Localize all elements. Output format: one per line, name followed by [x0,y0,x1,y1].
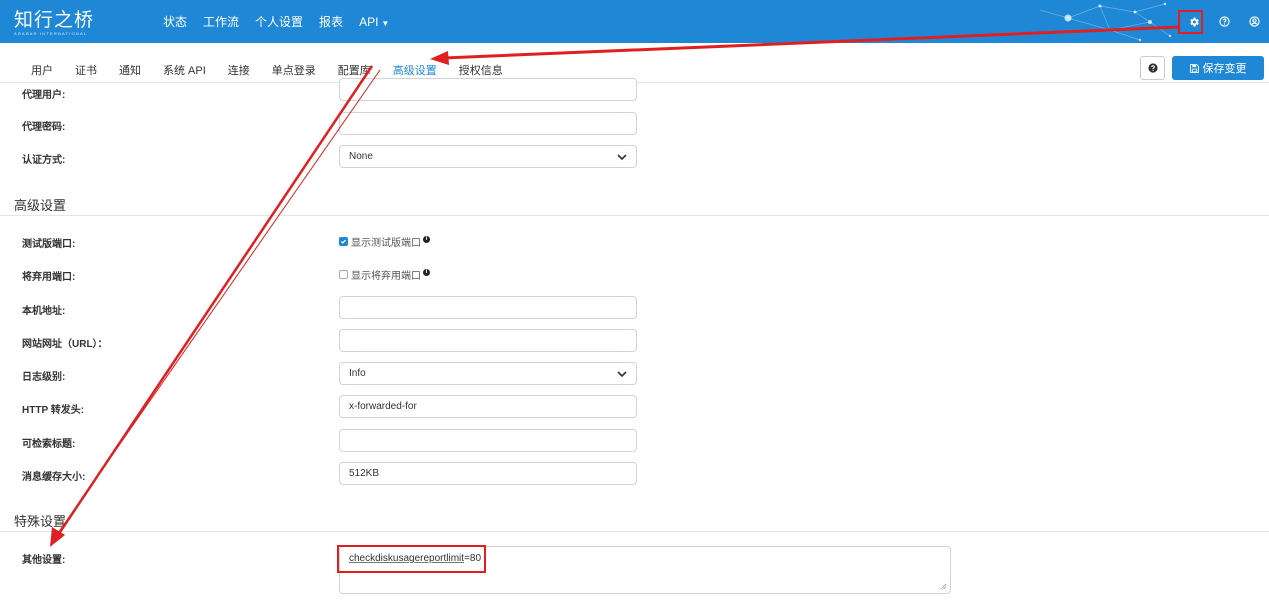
info-icon[interactable]: i [423,235,430,243]
http-forward-input[interactable]: x-forwarded-for [339,395,637,418]
annotation-highlight-gear [1178,10,1203,34]
log-level-label: 日志级别: [22,372,66,383]
section-divider [0,531,1269,532]
deprecated-ports-checkbox[interactable] [339,270,348,279]
caret-down-icon: ▼ [381,18,390,28]
searchable-headers-input[interactable] [339,429,637,452]
deprecated-ports-label: 将弃用端口: [22,272,76,283]
local-address-label: 本机地址: [22,306,66,317]
question-circle-icon [1218,16,1230,27]
proxy-user-input[interactable] [339,78,637,101]
deprecated-ports-option-label: 显示将弃用端口 [351,271,421,282]
beta-ports-checkbox[interactable] [339,237,348,246]
logo-subtext: ARABAR INTERNATIONAL [14,31,88,36]
beta-ports-option-label: 显示测试版端口 [351,238,421,249]
other-settings-label: 其他设置: [22,555,66,566]
nav-profile[interactable]: 个人设置 [255,13,303,30]
advanced-section-title: 高级设置 [14,198,67,213]
tab-certificates[interactable]: 证书 [64,53,108,83]
main-nav: 状态 工作流 个人设置 报表 API ▼ [163,0,405,43]
nav-workflow[interactable]: 工作流 [203,13,239,30]
tab-users[interactable]: 用户 [20,53,64,83]
save-button-label: 保存变更 [1202,63,1247,75]
proxy-password-input[interactable] [339,112,637,135]
tab-connection[interactable]: 连接 [217,53,261,83]
resize-handle-icon[interactable] [940,583,947,590]
page-help-button[interactable] [1140,56,1165,80]
log-level-value: Info [349,368,366,379]
info-icon[interactable]: i [423,268,430,276]
user-circle-icon [1248,16,1260,27]
tab-sso[interactable]: 单点登录 [261,53,327,83]
searchable-headers-label: 可检索标题: [22,439,76,450]
section-divider [0,215,1269,216]
auth-method-value: None [349,151,373,162]
question-circle-icon [1147,63,1158,73]
nav-status[interactable]: 状态 [163,13,187,30]
app-logo[interactable]: 知行之桥 ARABAR INTERNATIONAL [14,4,94,38]
log-level-select[interactable]: Info [339,362,637,385]
user-menu-button[interactable] [1239,0,1269,43]
chevron-down-icon [617,370,627,377]
deprecated-ports-checkbox-row[interactable]: 显示将弃用端口 i [339,267,430,282]
local-address-input[interactable] [339,296,637,319]
checkmark-icon [340,239,347,244]
settings-form: 代理用户: 代理密码: 认证方式: None 高级设置 测试版端口: 显示测试版… [0,78,1269,602]
nav-api-label: API [359,14,379,29]
chevron-down-icon [617,153,627,160]
top-navbar: 知行之桥 ARABAR INTERNATIONAL 状态 工作流 个人设置 报表… [0,0,1269,43]
nav-reports[interactable]: 报表 [319,13,343,30]
site-url-input[interactable] [339,329,637,352]
message-cache-label: 消息缓存大小: [22,472,86,483]
network-decoration-icon [1040,2,1172,42]
tab-system-api[interactable]: 系统 API [152,53,217,83]
tab-notifications[interactable]: 通知 [108,53,152,83]
help-menu-button[interactable] [1209,0,1239,43]
save-icon [1189,63,1199,73]
auth-method-select[interactable]: None [339,145,637,168]
http-forward-label: HTTP 转发头: [22,405,85,416]
save-changes-button[interactable]: 保存变更 [1172,56,1264,80]
beta-ports-checkbox-row[interactable]: 显示测试版端口 i [339,234,430,249]
proxy-user-label: 代理用户: [22,90,66,101]
logo-text: 知行之桥 [14,9,95,31]
special-section-title: 特殊设置 [14,514,67,529]
auth-method-label: 认证方式: [22,155,66,166]
beta-ports-label: 测试版端口: [22,239,76,250]
proxy-password-label: 代理密码: [22,122,66,133]
nav-api[interactable]: API ▼ [359,15,389,29]
message-cache-input[interactable]: 512KB [339,462,637,485]
annotation-highlight-setting [337,545,486,573]
site-url-label: 网站网址（URL）： [22,339,108,350]
